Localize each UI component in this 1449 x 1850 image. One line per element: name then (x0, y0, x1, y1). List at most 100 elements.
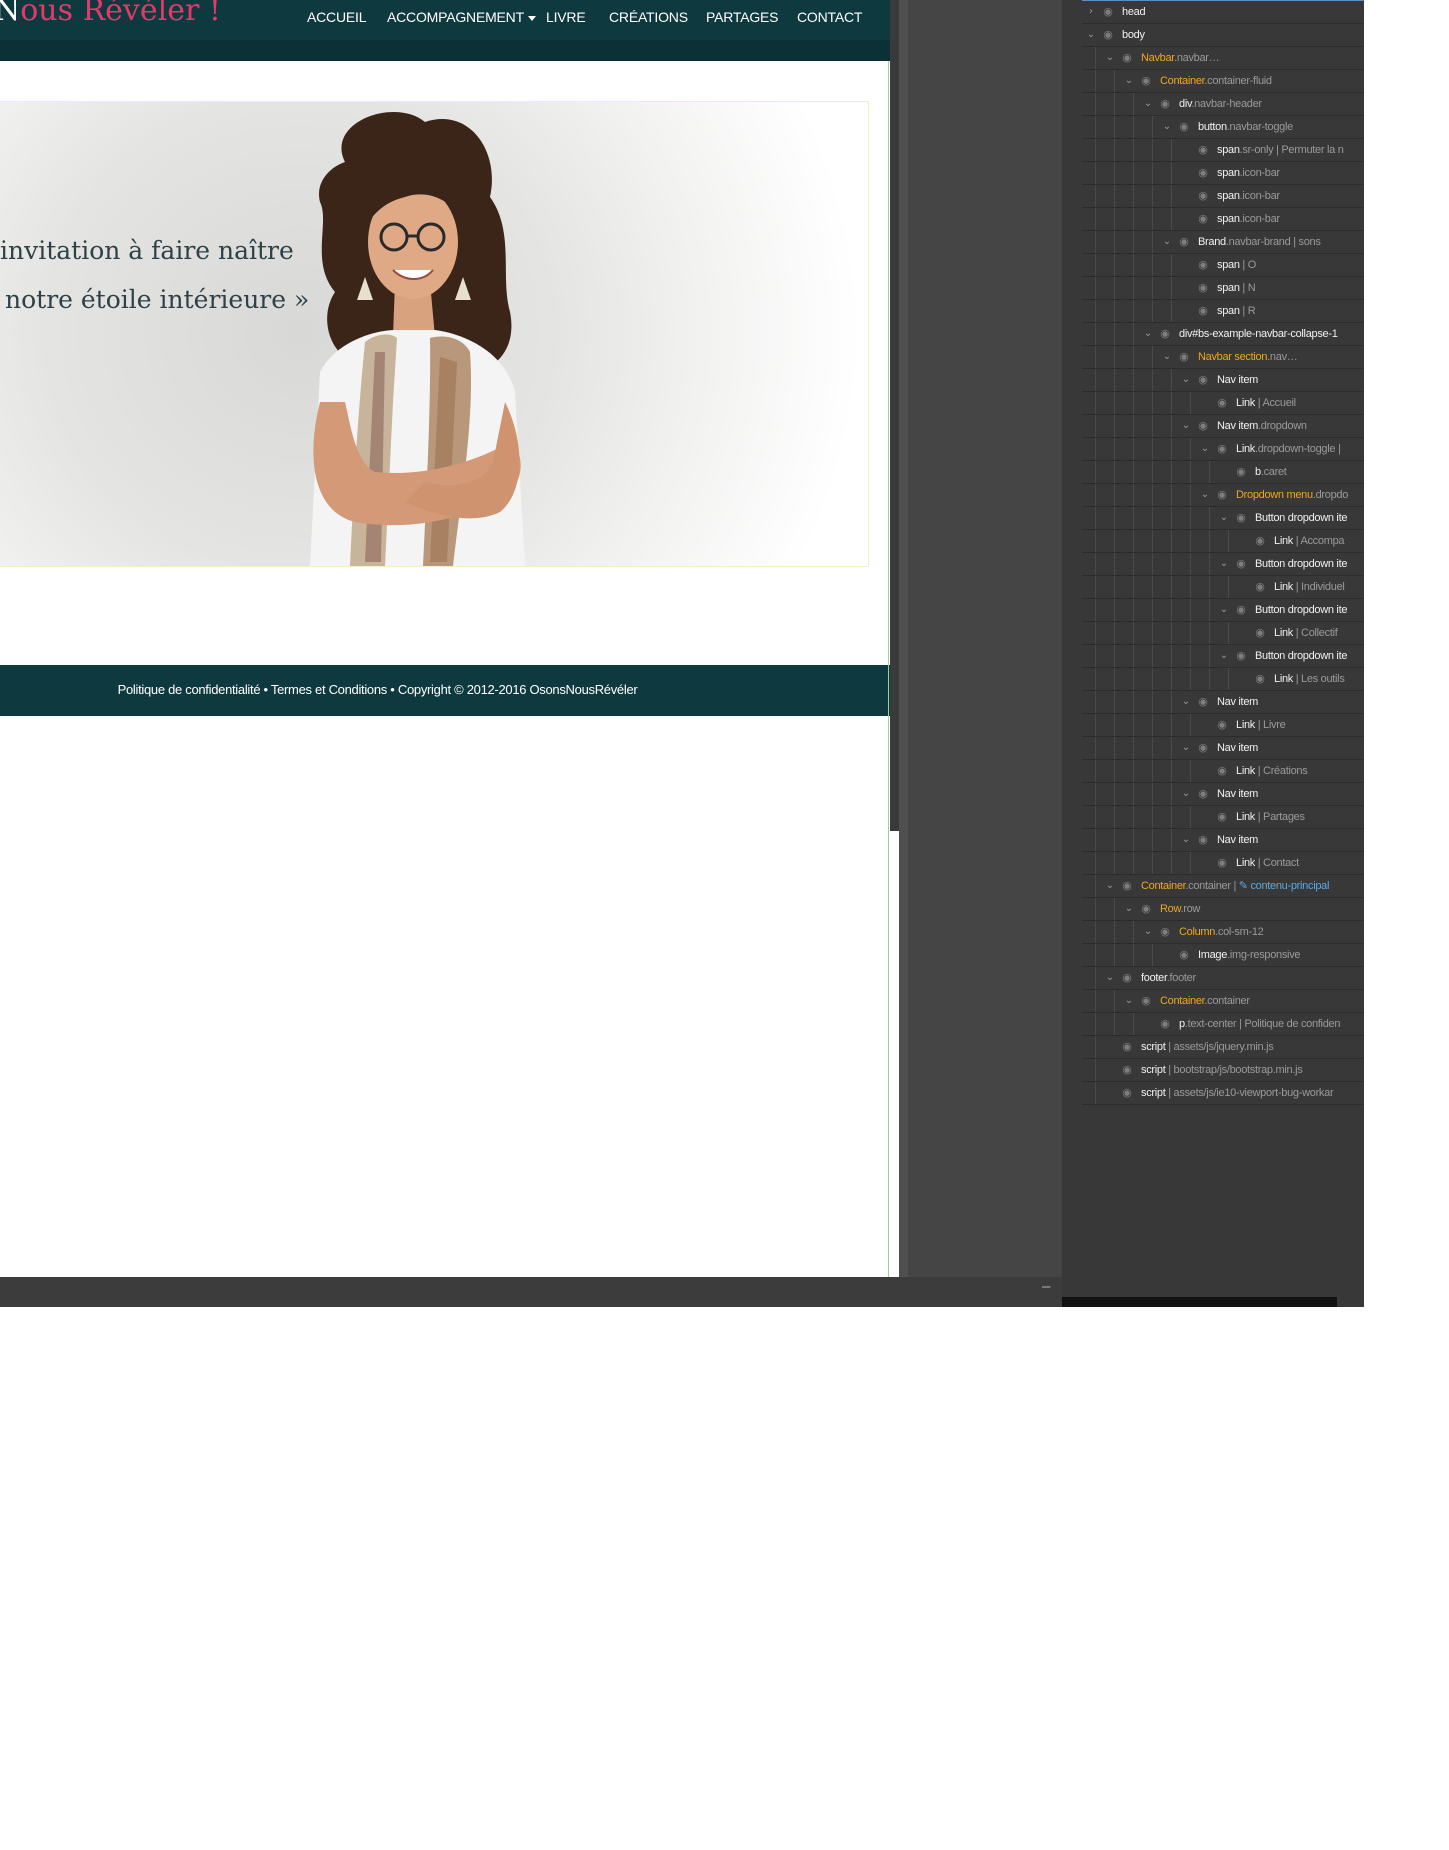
eye-icon[interactable]: ◉ (1197, 143, 1209, 157)
eye-icon[interactable]: ◉ (1197, 166, 1209, 180)
tree-node[interactable]: ◉ span | N (1082, 277, 1364, 300)
chevron-down-icon[interactable]: ⌄ (1124, 902, 1134, 916)
eye-icon[interactable]: ◉ (1235, 649, 1247, 663)
tree-node[interactable]: ⌄ ◉ Nav item (1082, 691, 1364, 714)
chevron-down-icon[interactable]: ⌄ (1181, 833, 1191, 847)
eye-icon[interactable]: ◉ (1235, 465, 1247, 479)
eye-icon[interactable]: ◉ (1178, 120, 1190, 134)
tree-node[interactable]: ⌄ ◉ Button dropdown ite (1082, 507, 1364, 530)
chevron-down-icon[interactable]: ⌄ (1181, 419, 1191, 433)
eye-icon[interactable]: ◉ (1235, 511, 1247, 525)
tree-node[interactable]: ⌄ ◉ div#bs-example-navbar-collapse-1 (1082, 323, 1364, 346)
tree-node[interactable]: ⌄ ◉ Nav item.dropdown (1082, 415, 1364, 438)
eye-icon[interactable]: ◉ (1216, 718, 1228, 732)
nav-link-partages[interactable]: PARTAGES (706, 9, 779, 25)
nav-link-accompagnement[interactable]: ACCOMPAGNEMENT (387, 9, 536, 25)
eye-icon[interactable]: ◉ (1121, 1040, 1133, 1054)
tree-node[interactable]: ◉ Link | Accompa (1082, 530, 1364, 553)
eye-icon[interactable]: ◉ (1121, 1063, 1133, 1077)
eye-icon[interactable]: ◉ (1197, 304, 1209, 318)
chevron-down-icon[interactable]: ⌄ (1105, 51, 1115, 65)
tree-node[interactable]: ◉ Link | Individuel (1082, 576, 1364, 599)
chevron-down-icon[interactable]: ⌄ (1086, 28, 1096, 42)
tree-node[interactable]: ⌄ ◉ Navbar section.nav… (1082, 346, 1364, 369)
eye-icon[interactable]: ◉ (1121, 51, 1133, 65)
tree-node[interactable]: ⌄ ◉ Nav item (1082, 783, 1364, 806)
preview-scrollbar[interactable] (890, 0, 899, 831)
chevron-down-icon[interactable]: ⌄ (1105, 879, 1115, 893)
tree-node[interactable]: ⌄ ◉ Container.container-fluid (1082, 70, 1364, 93)
chevron-down-icon[interactable]: ⌄ (1162, 350, 1172, 364)
eye-icon[interactable]: ◉ (1197, 212, 1209, 226)
tree-node[interactable]: ⌄ ◉ Column.col-sm-12 (1082, 921, 1364, 944)
tree-node[interactable]: ⌄ ◉ button.navbar-toggle (1082, 116, 1364, 139)
tree-node[interactable]: ⌄ ◉ div.navbar-header (1082, 93, 1364, 116)
chevron-down-icon[interactable]: ⌄ (1143, 97, 1153, 111)
eye-icon[interactable]: ◉ (1197, 258, 1209, 272)
tree-node[interactable]: ⌄ ◉ Nav item (1082, 737, 1364, 760)
chevron-down-icon[interactable]: ⌄ (1219, 649, 1229, 663)
tree-node[interactable]: ◉ span | O (1082, 254, 1364, 277)
tree-node[interactable]: ◉ script | bootstrap/js/bootstrap.min.js (1082, 1059, 1364, 1082)
eye-icon[interactable]: ◉ (1102, 5, 1114, 19)
tree-node[interactable]: ⌄ ◉ Navbar.navbar… (1082, 47, 1364, 70)
tree-node[interactable]: ⌄ ◉ Dropdown menu.dropdo (1082, 484, 1364, 507)
minimize-button[interactable]: – (1042, 1279, 1050, 1295)
eye-icon[interactable]: ◉ (1197, 373, 1209, 387)
eye-icon[interactable]: ◉ (1121, 879, 1133, 893)
eye-icon[interactable]: ◉ (1216, 810, 1228, 824)
tree-node[interactable]: ◉ Link | Les outils (1082, 668, 1364, 691)
tree-node[interactable]: ◉ Image.img-responsive (1082, 944, 1364, 967)
tree-node[interactable]: ⌄ ◉ Button dropdown ite (1082, 645, 1364, 668)
eye-icon[interactable]: ◉ (1178, 235, 1190, 249)
chevron-down-icon[interactable]: ⌄ (1181, 741, 1191, 755)
tree-node[interactable]: ⌄ ◉ Button dropdown ite (1082, 553, 1364, 576)
tree-node[interactable]: ⌄ ◉ body (1082, 24, 1364, 47)
tree-node[interactable]: ◉ script | assets/js/ie10-viewport-bug-wo… (1082, 1082, 1364, 1105)
chevron-down-icon[interactable]: ⌄ (1219, 557, 1229, 571)
eye-icon[interactable]: ◉ (1216, 488, 1228, 502)
tree-node[interactable]: ⌄ ◉ Brand.navbar-brand | sons (1082, 231, 1364, 254)
chevron-down-icon[interactable]: ⌄ (1124, 74, 1134, 88)
nav-link-contact[interactable]: CONTACT (797, 9, 862, 25)
tree-node[interactable]: ◉ span.icon-bar (1082, 208, 1364, 231)
chevron-down-icon[interactable]: ⌄ (1219, 511, 1229, 525)
tree-node[interactable]: ◉ Link | Accueil (1082, 392, 1364, 415)
tree-node[interactable]: ⌄ ◉ Link.dropdown-toggle | (1082, 438, 1364, 461)
eye-icon[interactable]: ◉ (1254, 626, 1266, 640)
chevron-down-icon[interactable]: ⌄ (1181, 787, 1191, 801)
tree-node[interactable]: › ◉ head (1082, 1, 1364, 24)
eye-icon[interactable]: ◉ (1121, 1086, 1133, 1100)
eye-icon[interactable]: ◉ (1102, 28, 1114, 42)
chevron-down-icon[interactable]: ⌄ (1143, 327, 1153, 341)
eye-icon[interactable]: ◉ (1197, 787, 1209, 801)
eye-icon[interactable]: ◉ (1197, 189, 1209, 203)
chevron-right-icon[interactable]: › (1086, 5, 1096, 19)
tree-node[interactable]: ◉ Link | Livre (1082, 714, 1364, 737)
chevron-down-icon[interactable]: ⌄ (1200, 488, 1210, 502)
tree-node[interactable]: ⌄ ◉ Container.container | ✎ contenu-princi… (1082, 875, 1364, 898)
tree-node[interactable]: ◉ Link | Partages (1082, 806, 1364, 829)
tree-node[interactable]: ◉ span | R (1082, 300, 1364, 323)
nav-link-creations[interactable]: CRÉATIONS (609, 9, 688, 25)
chevron-down-icon[interactable]: ⌄ (1200, 442, 1210, 456)
eye-icon[interactable]: ◉ (1159, 97, 1171, 111)
nav-link-accueil[interactable]: ACCUEIL (307, 9, 366, 25)
chevron-down-icon[interactable]: ⌄ (1181, 373, 1191, 387)
eye-icon[interactable]: ◉ (1197, 695, 1209, 709)
chevron-down-icon[interactable]: ⌄ (1143, 925, 1153, 939)
chevron-down-icon[interactable]: ⌄ (1162, 235, 1172, 249)
tree-node[interactable]: ◉ Link | Collectif (1082, 622, 1364, 645)
eye-icon[interactable]: ◉ (1216, 764, 1228, 778)
chevron-down-icon[interactable]: ⌄ (1105, 971, 1115, 985)
eye-icon[interactable]: ◉ (1121, 971, 1133, 985)
tree-node[interactable]: ◉ span.sr-only | Permuter la n (1082, 139, 1364, 162)
eye-icon[interactable]: ◉ (1197, 281, 1209, 295)
eye-icon[interactable]: ◉ (1140, 994, 1152, 1008)
tree-node[interactable]: ◉ span.icon-bar (1082, 185, 1364, 208)
eye-icon[interactable]: ◉ (1140, 74, 1152, 88)
tree-node[interactable]: ◉ script | assets/js/jquery.min.js (1082, 1036, 1364, 1059)
eye-icon[interactable]: ◉ (1159, 327, 1171, 341)
eye-icon[interactable]: ◉ (1216, 442, 1228, 456)
eye-icon[interactable]: ◉ (1254, 580, 1266, 594)
